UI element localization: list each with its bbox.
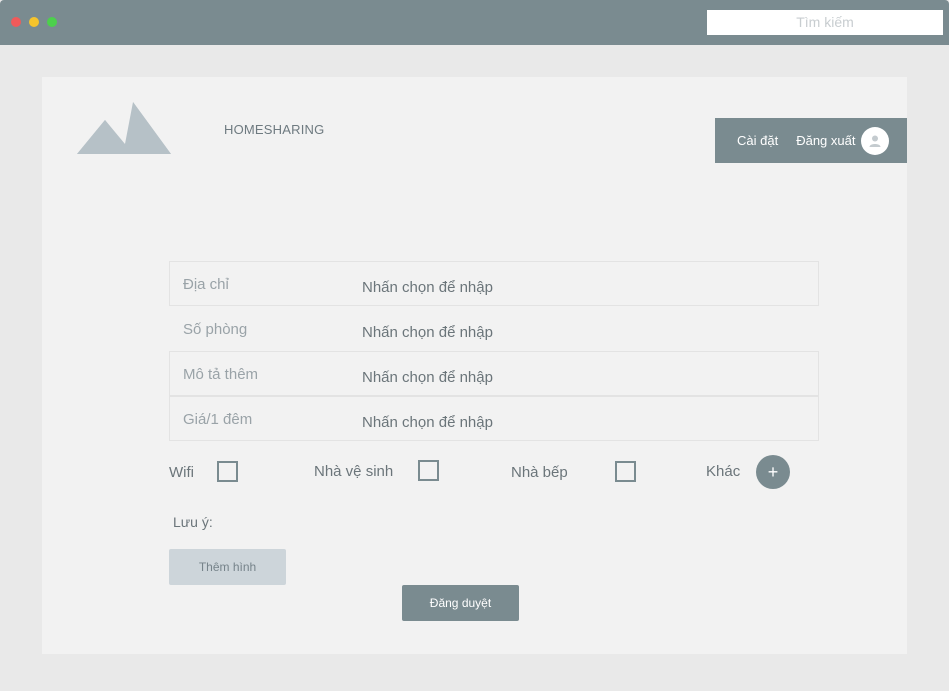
submit-button[interactable]: Đăng duyệt <box>402 585 519 621</box>
add-other-button[interactable]: + <box>756 455 790 489</box>
search-input[interactable]: Tìm kiếm <box>707 10 943 35</box>
address-row: Địa chỉ Nhấn chọn để nhập <box>169 261 819 306</box>
bathroom-label: Nhà vệ sinh <box>314 463 394 480</box>
settings-link[interactable]: Cài đặt <box>737 133 778 148</box>
kitchen-label: Nhà bếp <box>511 464 568 481</box>
listing-form: Địa chỉ Nhấn chọn để nhập Số phòng Nhấn … <box>169 261 819 441</box>
add-image-button[interactable]: Thêm hình <box>169 549 286 585</box>
rooms-label: Số phòng <box>183 321 248 338</box>
description-label: Mô tả thêm <box>183 366 259 383</box>
description-row: Mô tả thêm Nhấn chọn để nhập <box>169 351 819 396</box>
top-nav: Cài đặt Đăng xuất <box>715 118 907 163</box>
minimize-window-button[interactable] <box>29 17 39 27</box>
mountain-logo-icon <box>77 102 171 159</box>
rooms-row: Số phòng Nhấn chọn để nhập <box>169 306 819 351</box>
brand-name: HOMESHARING <box>224 122 325 137</box>
note-label: Lưu ý: <box>173 514 213 530</box>
wifi-label: Wifi <box>169 464 194 481</box>
main-panel: HOMESHARING Cài đặt Đăng xuất Địa chỉ Nh… <box>42 77 907 654</box>
rooms-input[interactable]: Nhấn chọn để nhập <box>362 324 493 341</box>
other-label: Khác <box>706 463 741 480</box>
price-input[interactable]: Nhấn chọn để nhập <box>362 414 493 431</box>
price-row: Giá/1 đêm Nhấn chọn để nhập <box>169 396 819 441</box>
close-window-button[interactable] <box>11 17 21 27</box>
description-input[interactable]: Nhấn chọn để nhập <box>362 369 493 386</box>
user-avatar-icon[interactable] <box>861 126 890 155</box>
bathroom-checkbox[interactable] <box>418 460 439 481</box>
kitchen-checkbox[interactable] <box>615 461 636 482</box>
window-titlebar: Tìm kiếm <box>0 0 949 45</box>
maximize-window-button[interactable] <box>47 17 57 27</box>
price-label: Giá/1 đêm <box>183 411 253 428</box>
address-label: Địa chỉ <box>183 276 229 293</box>
wifi-checkbox[interactable] <box>217 461 238 482</box>
address-input[interactable]: Nhấn chọn để nhập <box>362 279 493 296</box>
logout-link[interactable]: Đăng xuất <box>796 133 855 148</box>
